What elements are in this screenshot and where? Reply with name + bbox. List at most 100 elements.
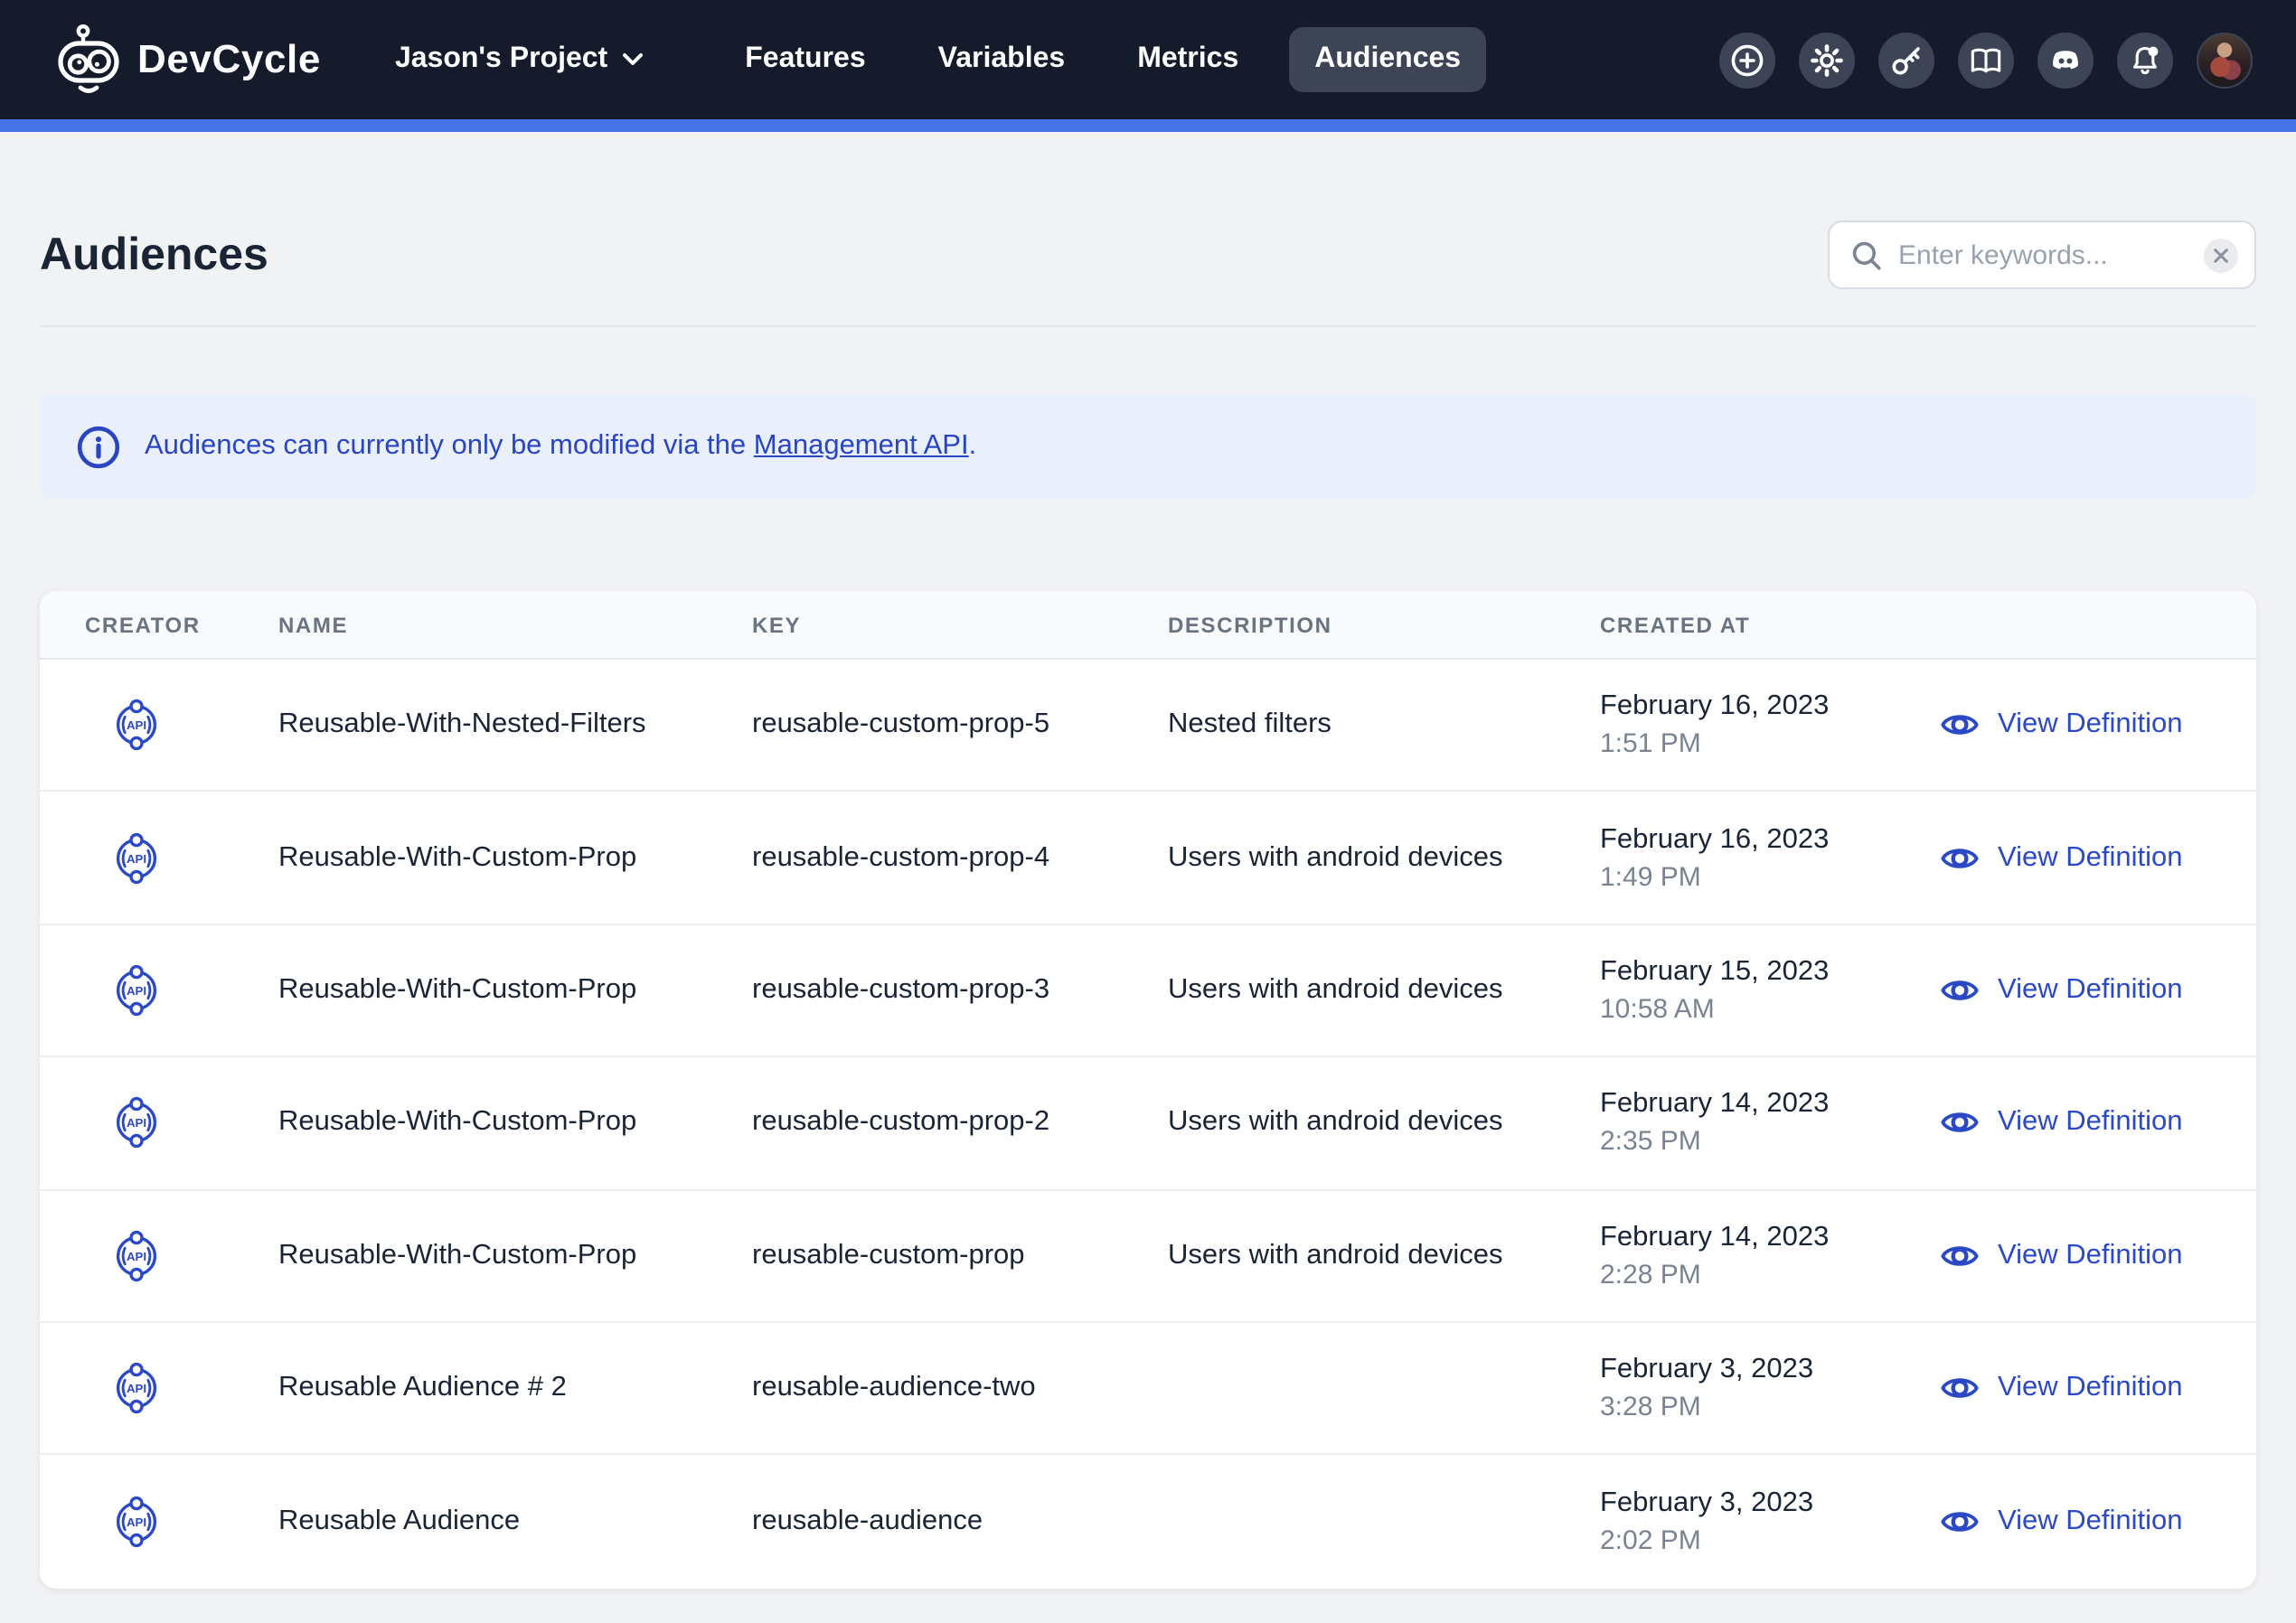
creator-cell: API (85, 1495, 278, 1549)
svg-text:API: API (127, 1515, 146, 1529)
audience-description: Nested filters (1168, 708, 1600, 741)
docs-button[interactable] (1958, 32, 2014, 88)
eye-icon (1940, 1502, 1980, 1542)
view-definition-label: View Definition (1998, 1506, 2183, 1538)
creator-cell: API (85, 830, 278, 885)
created-time: 2:02 PM (1600, 1525, 1940, 1556)
column-header-key: KEY (752, 612, 1168, 637)
api-badge-icon: API (114, 830, 159, 885)
nav-link-features[interactable]: Features (745, 43, 865, 76)
api-badge-icon: API (114, 1096, 159, 1150)
creator-cell: API (85, 963, 278, 1018)
view-definition-button[interactable]: View Definition (1940, 1236, 2256, 1276)
created-date: February 3, 2023 (1600, 1354, 1940, 1386)
bell-icon (2128, 42, 2162, 77)
nav-link-audiences-active[interactable]: Audiences (1289, 27, 1486, 92)
settings-button[interactable] (1799, 32, 1855, 88)
view-definition-label: View Definition (1998, 974, 2183, 1007)
search-input[interactable] (1898, 239, 2204, 270)
creator-cell: API (85, 698, 278, 752)
info-icon (76, 424, 121, 469)
creator-cell: API (85, 1096, 278, 1150)
view-definition-button[interactable]: View Definition (1940, 1368, 2256, 1408)
api-badge-icon: API (114, 963, 159, 1018)
nav-link-metrics[interactable]: Metrics (1137, 43, 1238, 76)
view-definition-label: View Definition (1998, 708, 2183, 741)
eye-icon (1940, 1236, 1980, 1276)
nav-link-variables[interactable]: Variables (938, 43, 1066, 76)
search-box (1828, 220, 2256, 289)
notifications-button[interactable] (2117, 32, 2173, 88)
view-definition-label: View Definition (1998, 1372, 2183, 1404)
eye-icon (1940, 1103, 1980, 1143)
audience-description: Users with android devices (1168, 841, 1600, 874)
table-row: API Reusable-With-Nested-Filters reusabl… (40, 660, 2256, 793)
eye-icon (1940, 971, 1980, 1010)
plus-circle-icon (1730, 42, 1764, 77)
view-definition-button[interactable]: View Definition (1940, 971, 2256, 1010)
key-icon (1889, 42, 1924, 77)
created-at-cell: February 15, 2023 10:58 AM (1600, 956, 1940, 1025)
view-definition-button[interactable]: View Definition (1940, 838, 2256, 877)
management-api-link[interactable]: Management API (754, 430, 969, 461)
created-time: 10:58 AM (1600, 994, 1940, 1025)
project-selector-label: Jason's Project (395, 43, 607, 76)
view-definition-button[interactable]: View Definition (1940, 1502, 2256, 1542)
view-definition-button[interactable]: View Definition (1940, 1103, 2256, 1143)
audience-description: Users with android devices (1168, 1240, 1600, 1272)
created-date: February 15, 2023 (1600, 956, 1940, 989)
view-definition-button[interactable]: View Definition (1940, 705, 2256, 745)
svg-text:API: API (127, 1117, 146, 1130)
audience-description: Users with android devices (1168, 974, 1600, 1007)
eye-icon (1940, 1368, 1980, 1408)
created-at-cell: February 16, 2023 1:51 PM (1600, 690, 1940, 759)
avatar[interactable] (2197, 32, 2253, 88)
table-row: API Reusable-With-Custom-Prop reusable-c… (40, 1190, 2256, 1323)
table-row: API Reusable-With-Custom-Prop reusable-c… (40, 925, 2256, 1058)
created-date: February 14, 2023 (1600, 1222, 1940, 1254)
column-header-creator: CREATOR (85, 612, 278, 637)
table-row: API Reusable-With-Custom-Prop reusable-c… (40, 793, 2256, 925)
banner-text-suffix: . (969, 430, 977, 461)
page-title: Audiences (40, 229, 268, 281)
audiences-table: CREATOR NAME KEY DESCRIPTION CREATED AT … (40, 591, 2256, 1588)
audience-key: reusable-audience-two (752, 1372, 1168, 1404)
info-banner: Audiences can currently only be modified… (40, 394, 2256, 499)
created-date: February 3, 2023 (1600, 1487, 1940, 1520)
chevron-down-icon (622, 52, 644, 67)
create-button[interactable] (1719, 32, 1775, 88)
audience-name: Reusable-With-Custom-Prop (278, 841, 752, 874)
gear-icon (1810, 42, 1844, 77)
audience-name: Reusable-With-Custom-Prop (278, 974, 752, 1007)
column-header-name: NAME (278, 612, 752, 637)
close-icon (2213, 247, 2229, 263)
discord-button[interactable] (2037, 32, 2094, 88)
api-badge-icon: API (114, 698, 159, 752)
creator-cell: API (85, 1361, 278, 1415)
table-header: CREATOR NAME KEY DESCRIPTION CREATED AT (40, 591, 2256, 660)
book-icon (1969, 42, 2003, 77)
audience-key: reusable-custom-prop (752, 1240, 1168, 1272)
project-selector[interactable]: Jason's Project (395, 43, 644, 76)
accent-bar (0, 119, 2296, 132)
audience-name: Reusable-With-Custom-Prop (278, 1107, 752, 1140)
audience-name: Reusable Audience # 2 (278, 1372, 752, 1404)
audience-name: Reusable-With-Nested-Filters (278, 708, 752, 741)
api-keys-button[interactable] (1878, 32, 1934, 88)
svg-text:API: API (127, 1249, 146, 1262)
audience-key: reusable-audience (752, 1506, 1168, 1538)
api-badge-icon: API (114, 1229, 159, 1283)
api-badge-icon: API (114, 1495, 159, 1549)
banner-text: Audiences can currently only be modified… (145, 430, 976, 463)
search-clear-button[interactable] (2204, 238, 2238, 272)
page-content: Audiences Audiences (0, 220, 2296, 1588)
created-time: 1:51 PM (1600, 728, 1940, 759)
table-row: API Reusable-With-Custom-Prop reusable-c… (40, 1057, 2256, 1190)
svg-text:API: API (127, 851, 146, 865)
navbar-actions (1719, 32, 2253, 88)
audience-key: reusable-custom-prop-5 (752, 708, 1168, 741)
created-date: February 16, 2023 (1600, 823, 1940, 856)
view-definition-label: View Definition (1998, 1107, 2183, 1140)
creator-cell: API (85, 1229, 278, 1283)
brand-logo[interactable]: DevCycle (56, 23, 321, 96)
